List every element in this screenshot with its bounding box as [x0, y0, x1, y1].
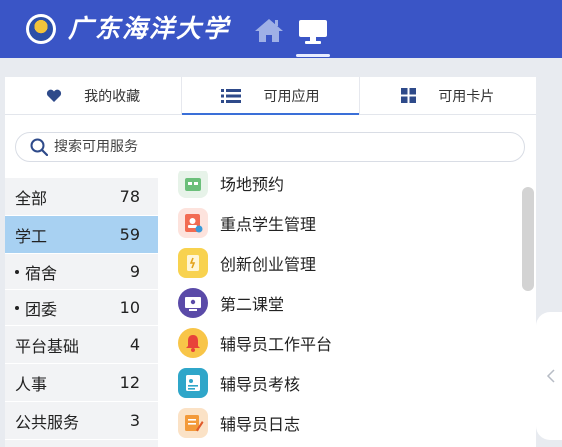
- category-list: 全部 78 学工 59 宿舍 9 团委 10 平台基础 4 人事 12 公共服务…: [5, 178, 158, 447]
- tab-favorites-label: 我的收藏: [84, 88, 141, 105]
- app-name: 辅导员考核: [220, 375, 301, 394]
- university-logo[interactable]: [26, 14, 56, 44]
- category-count: 3: [129, 411, 140, 430]
- app-item-venue-booking[interactable]: 场地预约: [178, 171, 284, 201]
- venue-booking-icon: [178, 171, 208, 198]
- tab-available-apps[interactable]: 可用应用: [181, 77, 359, 115]
- category-item-dormitory[interactable]: 宿舍 9: [5, 254, 158, 290]
- assessment-icon: [178, 368, 208, 398]
- app-item-key-student[interactable]: 重点学生管理: [178, 205, 316, 241]
- university-name: 广东海洋大学: [68, 14, 231, 43]
- search-box[interactable]: [15, 132, 525, 162]
- heart-icon: [47, 89, 62, 102]
- app-item-counselor-assessment[interactable]: 辅导员考核: [178, 365, 300, 401]
- collapse-panel-button[interactable]: [536, 312, 562, 440]
- category-count: 59: [119, 225, 140, 244]
- bullet-dot-icon: [15, 305, 19, 310]
- app-list-scrollbar[interactable]: [522, 187, 534, 291]
- category-name: 宿舍: [25, 263, 58, 283]
- category-item-hr[interactable]: 人事 12: [5, 364, 158, 402]
- tab-available-cards[interactable]: 可用卡片: [358, 77, 536, 114]
- app-name: 创新创业管理: [220, 255, 317, 274]
- bullet-dot-icon: [15, 269, 19, 274]
- app-item-innovation[interactable]: 创新创业管理: [178, 245, 316, 281]
- tab-available-cards-label: 可用卡片: [438, 88, 495, 105]
- category-item-student-affairs[interactable]: 学工 59: [5, 216, 158, 254]
- category-name: 学工: [15, 226, 48, 246]
- home-nav-button[interactable]: [254, 17, 284, 43]
- tab-available-apps-label: 可用应用: [263, 88, 320, 105]
- desktop-icon: [299, 20, 327, 44]
- category-item-platform[interactable]: 平台基础 4: [5, 326, 158, 364]
- classroom-icon: [178, 288, 208, 318]
- innovation-icon: [178, 248, 208, 278]
- app-item-second-classroom[interactable]: 第二课堂: [178, 285, 284, 321]
- logo-emblem-icon: [29, 17, 53, 41]
- active-nav-indicator: [296, 54, 330, 57]
- top-header: 广东海洋大学: [0, 0, 562, 58]
- app-name: 辅导员日志: [220, 415, 301, 434]
- list-icon: [221, 88, 242, 103]
- app-name: 场地预约: [220, 175, 285, 194]
- app-item-counselor-journal[interactable]: 辅导员日志: [178, 405, 300, 441]
- category-name: 平台基础: [15, 336, 80, 356]
- category-count: 10: [119, 298, 140, 317]
- category-name: 人事: [15, 374, 48, 394]
- key-student-icon: [178, 208, 208, 238]
- category-count: 4: [129, 335, 140, 354]
- desktop-nav-button[interactable]: [296, 10, 330, 58]
- chevron-left-icon: [546, 369, 555, 383]
- bell-icon: [178, 328, 208, 358]
- app-list: 场地预约 重点学生管理 创新创业管理 第二课堂 辅导员工作平台 辅导员考核 辅导…: [158, 171, 536, 447]
- app-name: 重点学生管理: [220, 215, 317, 234]
- grid-icon: [401, 88, 417, 103]
- journal-icon: [178, 408, 208, 438]
- category-item-youth-league[interactable]: 团委 10: [5, 290, 158, 326]
- category-name: 团委: [25, 299, 58, 319]
- category-count: 12: [119, 373, 140, 392]
- tab-favorites[interactable]: 我的收藏: [5, 77, 181, 114]
- app-name: 辅导员工作平台: [220, 335, 333, 354]
- app-name: 第二课堂: [220, 295, 285, 314]
- category-item-public-services[interactable]: 公共服务 3: [5, 402, 158, 440]
- category-count: 78: [119, 187, 140, 206]
- search-icon: [30, 138, 48, 156]
- tab-bar: 我的收藏 可用应用 可用卡片: [5, 77, 536, 115]
- app-item-counselor-platform[interactable]: 辅导员工作平台: [178, 325, 332, 361]
- app-panel: 我的收藏 可用应用 可用卡片 全部 78: [5, 77, 536, 447]
- category-count: 9: [129, 262, 140, 281]
- category-item-all[interactable]: 全部 78: [5, 178, 158, 216]
- search-input[interactable]: [54, 139, 494, 155]
- home-icon: [255, 19, 283, 42]
- category-name: 公共服务: [15, 412, 80, 432]
- category-name: 全部: [15, 188, 48, 208]
